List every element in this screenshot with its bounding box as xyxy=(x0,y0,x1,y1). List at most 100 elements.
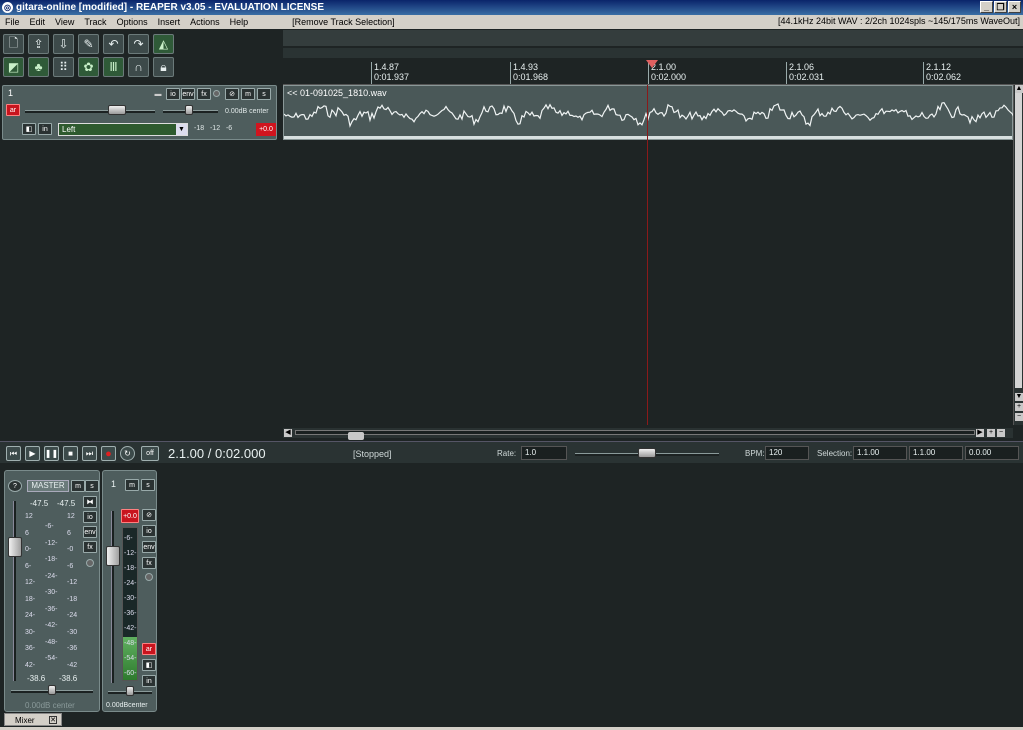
mixer-track-solo-button[interactable]: s xyxy=(141,479,155,491)
vertical-scroll-thumb[interactable] xyxy=(1015,93,1022,388)
close-button[interactable]: × xyxy=(1008,1,1021,13)
edit-cursor-flag-icon[interactable] xyxy=(646,60,658,68)
undo-icon[interactable]: ↶ xyxy=(103,34,124,54)
media-explorer-icon[interactable]: ⠿ xyxy=(53,57,74,77)
master-mute-button[interactable]: m xyxy=(71,480,85,492)
menu-options[interactable]: Options xyxy=(112,17,153,27)
repeat-mode-button[interactable]: off xyxy=(141,446,159,461)
mixer-track-io-button[interactable]: io xyxy=(142,525,156,537)
record-input-select[interactable]: Left ▼ xyxy=(58,123,188,136)
scroll-up-icon[interactable]: ▲ xyxy=(1015,85,1023,93)
master-strip[interactable]: ? MASTER m s -47.5 -47.5 12 6 0- 6- 12- 18- 24… xyxy=(4,470,100,712)
volume-slider-knob[interactable] xyxy=(108,105,126,115)
mixer-track-pan-knob[interactable] xyxy=(126,686,134,696)
mixer-track-peak[interactable]: +0.0 xyxy=(121,509,139,523)
mixer-tab[interactable]: Mixer ✕ xyxy=(4,713,62,726)
chevron-down-icon[interactable]: ▼ xyxy=(176,124,187,135)
track-mute-button[interactable]: m xyxy=(241,88,255,100)
track-io-button[interactable]: io xyxy=(166,88,180,100)
track-control-panel[interactable]: 1 ▬ io env fx ⊘ m s ar 0.00dB center ◧ i… xyxy=(2,85,277,140)
zoom-in-horizontal-icon[interactable]: + xyxy=(987,429,995,437)
go-to-end-icon[interactable]: ⏭ xyxy=(82,446,97,461)
volume-slider-track[interactable] xyxy=(25,110,155,113)
track-1-strip[interactable]: 1 m s +0.0 -6- -12- -18- -24- -30- -36- -42- -4… xyxy=(102,470,157,712)
magnet-icon[interactable]: ∩ xyxy=(128,57,149,77)
grid-icon[interactable]: ◩ xyxy=(3,57,24,77)
track-env-button[interactable]: env xyxy=(181,88,195,100)
scroll-right-icon[interactable]: ▶ xyxy=(976,429,984,437)
rate-slider-knob[interactable] xyxy=(638,448,656,458)
master-fx-bypass-icon[interactable] xyxy=(86,559,94,567)
mixer-track-fader-track[interactable] xyxy=(111,511,114,683)
close-icon[interactable]: ✕ xyxy=(49,716,57,724)
vertical-scrollbar[interactable]: ▲ ▼ + − xyxy=(1013,85,1023,425)
folder-icon[interactable]: ▬ xyxy=(151,88,165,100)
mixer-track-env-button[interactable]: env xyxy=(142,541,156,553)
master-fx-button[interactable]: fx xyxy=(83,541,97,553)
mixer-track-fx-bypass-icon[interactable] xyxy=(145,573,153,581)
master-bypass-icon[interactable]: ⧓ xyxy=(83,496,97,508)
mixer-track-fx-button[interactable]: fx xyxy=(142,557,156,569)
arrange-view[interactable]: << 01-091025_1810.wav xyxy=(283,85,1014,425)
bpm-field[interactable]: 120 xyxy=(765,446,809,460)
menu-edit[interactable]: Edit xyxy=(25,17,51,27)
timeline-ruler[interactable]: 1.4.87 0:01.937 1.4.93 0:01.968 2.1.00 0:02… xyxy=(283,58,1023,85)
menu-actions[interactable]: Actions xyxy=(185,17,225,27)
menu-track[interactable]: Track xyxy=(79,17,111,27)
restore-button[interactable]: ❐ xyxy=(994,1,1007,13)
zoom-out-horizontal-icon[interactable]: − xyxy=(997,429,1005,437)
mixer-track-monitor-icon[interactable]: ◧ xyxy=(142,659,156,671)
record-monitor-icon[interactable]: ◧ xyxy=(22,123,36,135)
media-item[interactable]: << 01-091025_1810.wav xyxy=(283,85,1014,140)
zoom-out-vertical-icon[interactable]: − xyxy=(1015,413,1023,421)
menu-insert[interactable]: Insert xyxy=(153,17,186,27)
master-fader-knob[interactable] xyxy=(8,537,22,557)
pan-slider-knob[interactable] xyxy=(185,105,193,115)
help-icon[interactable]: ? xyxy=(8,480,22,492)
master-io-button[interactable]: io xyxy=(83,511,97,523)
record-mode-button[interactable]: in xyxy=(38,123,52,135)
rate-field[interactable]: 1.0 xyxy=(521,446,567,460)
master-pan-knob[interactable] xyxy=(48,685,56,695)
track-peak-indicator[interactable]: +0.0 xyxy=(256,123,276,136)
master-env-button[interactable]: env xyxy=(83,526,97,538)
horizontal-scroll-thumb[interactable] xyxy=(348,432,364,440)
stop-icon[interactable]: ■ xyxy=(63,446,78,461)
record-icon[interactable]: ● xyxy=(101,446,116,461)
scroll-down-icon[interactable]: ▼ xyxy=(1015,393,1023,401)
play-icon[interactable]: ▶ xyxy=(25,446,40,461)
repeat-icon[interactable]: ↻ xyxy=(120,446,135,461)
go-to-start-icon[interactable]: ⏮ xyxy=(6,446,21,461)
selection-length-field[interactable]: 0.0.00 xyxy=(965,446,1019,460)
phase-icon[interactable]: ⊘ xyxy=(225,88,239,100)
metronome-icon[interactable]: ◭ xyxy=(153,34,174,54)
zoom-in-vertical-icon[interactable]: + xyxy=(1015,403,1023,411)
horizontal-scroll-track[interactable] xyxy=(295,430,975,440)
master-peak-right[interactable]: -47.5 xyxy=(57,499,75,508)
track-solo-button[interactable]: s xyxy=(257,88,271,100)
selection-end-field[interactable]: 1.1.00 xyxy=(909,446,963,460)
menu-view[interactable]: View xyxy=(50,17,79,27)
mixer-track-phase-icon[interactable]: ⊘ xyxy=(142,509,156,521)
pause-icon[interactable]: ❚❚ xyxy=(44,446,59,461)
timeline-region-lane[interactable] xyxy=(283,48,1023,58)
save-project-icon[interactable]: ⇩ xyxy=(53,34,74,54)
new-project-icon[interactable]: 🗋 xyxy=(3,34,24,54)
master-fader-track[interactable] xyxy=(13,501,16,681)
ripple-icon[interactable]: ✿ xyxy=(78,57,99,77)
loop-icon[interactable]: Ⅲ xyxy=(103,57,124,77)
selection-start-field[interactable]: 1.1.00 xyxy=(853,446,907,460)
mixer-track-arm-button[interactable]: ar xyxy=(142,643,156,655)
minimize-button[interactable]: _ xyxy=(980,1,993,13)
snap-icon[interactable]: ♣ xyxy=(28,57,49,77)
master-solo-button[interactable]: s xyxy=(85,480,99,492)
lock-icon[interactable]: 🔒︎ xyxy=(153,57,174,77)
track-fx-button[interactable]: fx xyxy=(197,88,211,100)
fx-bypass-icon[interactable] xyxy=(213,90,220,97)
scroll-left-icon[interactable]: ◀ xyxy=(284,429,292,437)
mixer-track-fader-knob[interactable] xyxy=(106,546,120,566)
timeline-marker-lane[interactable] xyxy=(283,30,1023,46)
record-arm-button[interactable]: ar xyxy=(6,104,20,116)
master-peak-left[interactable]: -47.5 xyxy=(30,499,48,508)
mixer-track-input-button[interactable]: in xyxy=(142,675,156,687)
